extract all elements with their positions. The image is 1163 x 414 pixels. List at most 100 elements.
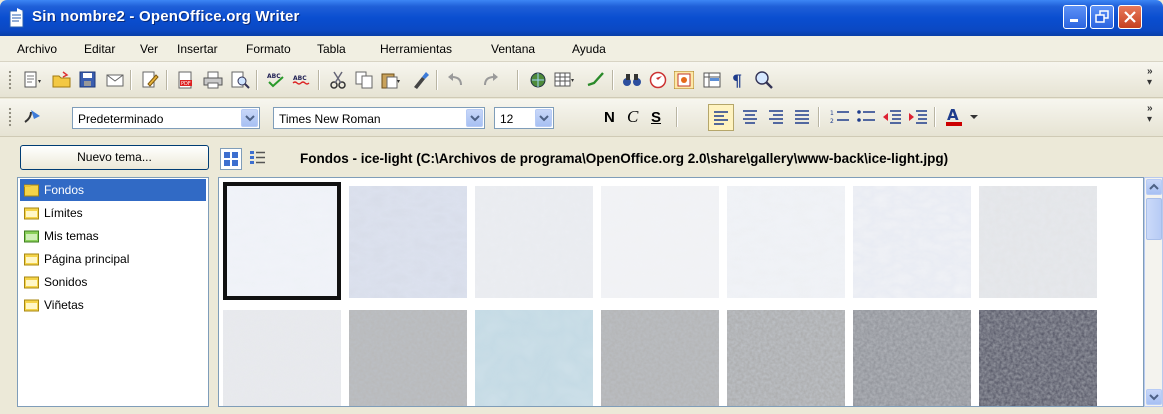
italic-button[interactable]: C: [627, 107, 638, 127]
new-theme-button[interactable]: Nuevo tema...: [20, 145, 209, 170]
paste-icon[interactable]: [380, 71, 400, 89]
scrollbar-thumb[interactable]: [1146, 198, 1162, 240]
thumbnail-ice-6[interactable]: [979, 186, 1097, 298]
data-sources-icon[interactable]: [702, 71, 722, 89]
chevron-down-icon[interactable]: [241, 109, 258, 127]
underline-button[interactable]: S: [651, 109, 661, 126]
show-draw-functions-icon[interactable]: [586, 71, 606, 89]
thumbnail-ice-5[interactable]: [853, 186, 971, 298]
theme-item-vinetas[interactable]: Viñetas: [20, 294, 206, 316]
toolbar-grip[interactable]: [8, 107, 12, 127]
toolbar-overflow-button[interactable]: » ▾: [1147, 103, 1159, 125]
scroll-up-button[interactable]: [1146, 179, 1162, 195]
close-icon: [1124, 11, 1136, 23]
thumbnail-ice-1[interactable]: [349, 186, 467, 298]
print-icon[interactable]: [203, 71, 223, 89]
justify-icon[interactable]: [792, 108, 812, 126]
chevron-down-icon[interactable]: [970, 115, 978, 121]
font-name-select[interactable]: Times New Roman: [273, 107, 485, 129]
menu-archivo[interactable]: Archivo: [17, 42, 57, 56]
thumbnail-ice-3[interactable]: [601, 186, 719, 298]
title-bar[interactable]: Sin nombre2 - OpenOffice.org Writer: [0, 0, 1163, 36]
font-size-select[interactable]: 12: [494, 107, 554, 129]
spellcheck-icon[interactable]: ABC: [266, 71, 286, 89]
undo-icon[interactable]: [446, 71, 466, 89]
theme-label: Límites: [44, 206, 83, 220]
email-document-icon[interactable]: [105, 71, 125, 89]
folder-icon: [24, 276, 39, 289]
numbering-icon[interactable]: 12: [830, 108, 850, 126]
restore-button[interactable]: [1090, 5, 1114, 29]
bullets-icon[interactable]: [856, 108, 876, 126]
toolbar-overflow-button[interactable]: » ▾: [1147, 66, 1159, 88]
styles-formatting-icon[interactable]: [22, 108, 42, 126]
thumbnail-ice-2[interactable]: [475, 186, 593, 298]
thumbnail-ice-light[interactable]: [223, 182, 341, 300]
thumbnail-stone-5[interactable]: [727, 310, 845, 406]
copy-icon[interactable]: [354, 71, 374, 89]
align-center-icon[interactable]: [740, 108, 760, 126]
theme-item-limites[interactable]: Límites: [20, 202, 206, 224]
zoom-icon[interactable]: [754, 71, 774, 89]
theme-item-sonidos[interactable]: Sonidos: [20, 271, 206, 293]
page-preview-icon[interactable]: [230, 71, 250, 89]
new-document-icon[interactable]: [22, 71, 42, 89]
gallery-scrollbar[interactable]: [1144, 177, 1163, 407]
table-icon[interactable]: [554, 71, 574, 89]
save-icon[interactable]: [78, 71, 98, 89]
autospellcheck-icon[interactable]: ABC: [292, 71, 312, 89]
toolbar-grip[interactable]: [8, 70, 12, 90]
edit-file-icon[interactable]: [140, 71, 160, 89]
detailed-view-icon: [250, 151, 265, 164]
detailed-view-button[interactable]: [247, 148, 269, 170]
formatting-marks-icon[interactable]: ¶: [728, 71, 748, 89]
icon-view-icon: [224, 152, 238, 166]
open-folder-icon[interactable]: [52, 71, 72, 89]
hyperlink-icon[interactable]: [528, 71, 548, 89]
thumbnail-ice-4[interactable]: [727, 186, 845, 298]
find-replace-icon[interactable]: [622, 71, 642, 89]
menu-editar[interactable]: Editar: [84, 42, 115, 56]
chevron-down-icon[interactable]: [466, 109, 483, 127]
redo-icon[interactable]: [480, 71, 500, 89]
menu-ver[interactable]: Ver: [140, 42, 158, 56]
bold-button[interactable]: N: [604, 109, 615, 126]
thumbnail-stone-1[interactable]: [223, 310, 341, 406]
scroll-down-button[interactable]: [1146, 389, 1162, 405]
menu-ayuda[interactable]: Ayuda: [572, 42, 606, 56]
theme-item-pagina-principal[interactable]: Página principal: [20, 248, 206, 270]
svg-text:PDF: PDF: [181, 81, 191, 87]
menu-tabla[interactable]: Tabla: [317, 42, 346, 56]
chevron-down-icon[interactable]: [535, 109, 552, 127]
clone-formatting-icon[interactable]: [410, 71, 430, 89]
writer-app-icon[interactable]: [8, 8, 26, 28]
menu-insertar[interactable]: Insertar: [177, 42, 218, 56]
cut-icon[interactable]: [328, 71, 348, 89]
theme-item-fondos[interactable]: Fondos: [20, 179, 206, 201]
theme-item-mis-temas[interactable]: Mis temas: [20, 225, 206, 247]
chevron-up-icon: [1149, 183, 1159, 190]
font-color-icon[interactable]: A: [944, 105, 966, 127]
paragraph-style-select[interactable]: Predeterminado: [72, 107, 260, 129]
gallery-panel: Nuevo tema... Fondos Límites Mis temas P…: [0, 137, 1163, 414]
close-button[interactable]: [1118, 5, 1142, 29]
navigator-icon[interactable]: [648, 71, 668, 89]
thumbnail-stone-6[interactable]: [853, 310, 971, 406]
export-pdf-icon[interactable]: PDF: [176, 71, 196, 89]
icon-view-button[interactable]: [220, 148, 242, 170]
thumbnail-stone-2[interactable]: [349, 310, 467, 406]
menu-formato[interactable]: Formato: [246, 42, 291, 56]
menu-herramientas[interactable]: Herramientas: [380, 42, 452, 56]
menu-ventana[interactable]: Ventana: [491, 42, 535, 56]
increase-indent-icon[interactable]: [908, 108, 928, 126]
thumbnail-stone-3[interactable]: [475, 310, 593, 406]
gallery-thumbnail-grid[interactable]: [218, 177, 1144, 407]
decrease-indent-icon[interactable]: [882, 108, 902, 126]
align-left-button[interactable]: [708, 104, 734, 131]
align-right-icon[interactable]: [766, 108, 786, 126]
minimize-button[interactable]: [1063, 5, 1087, 29]
thumbnail-stone-4[interactable]: [601, 310, 719, 406]
thumbnail-stone-7[interactable]: [979, 310, 1097, 406]
gallery-icon[interactable]: [674, 71, 694, 89]
theme-list[interactable]: Fondos Límites Mis temas Página principa…: [17, 177, 209, 407]
